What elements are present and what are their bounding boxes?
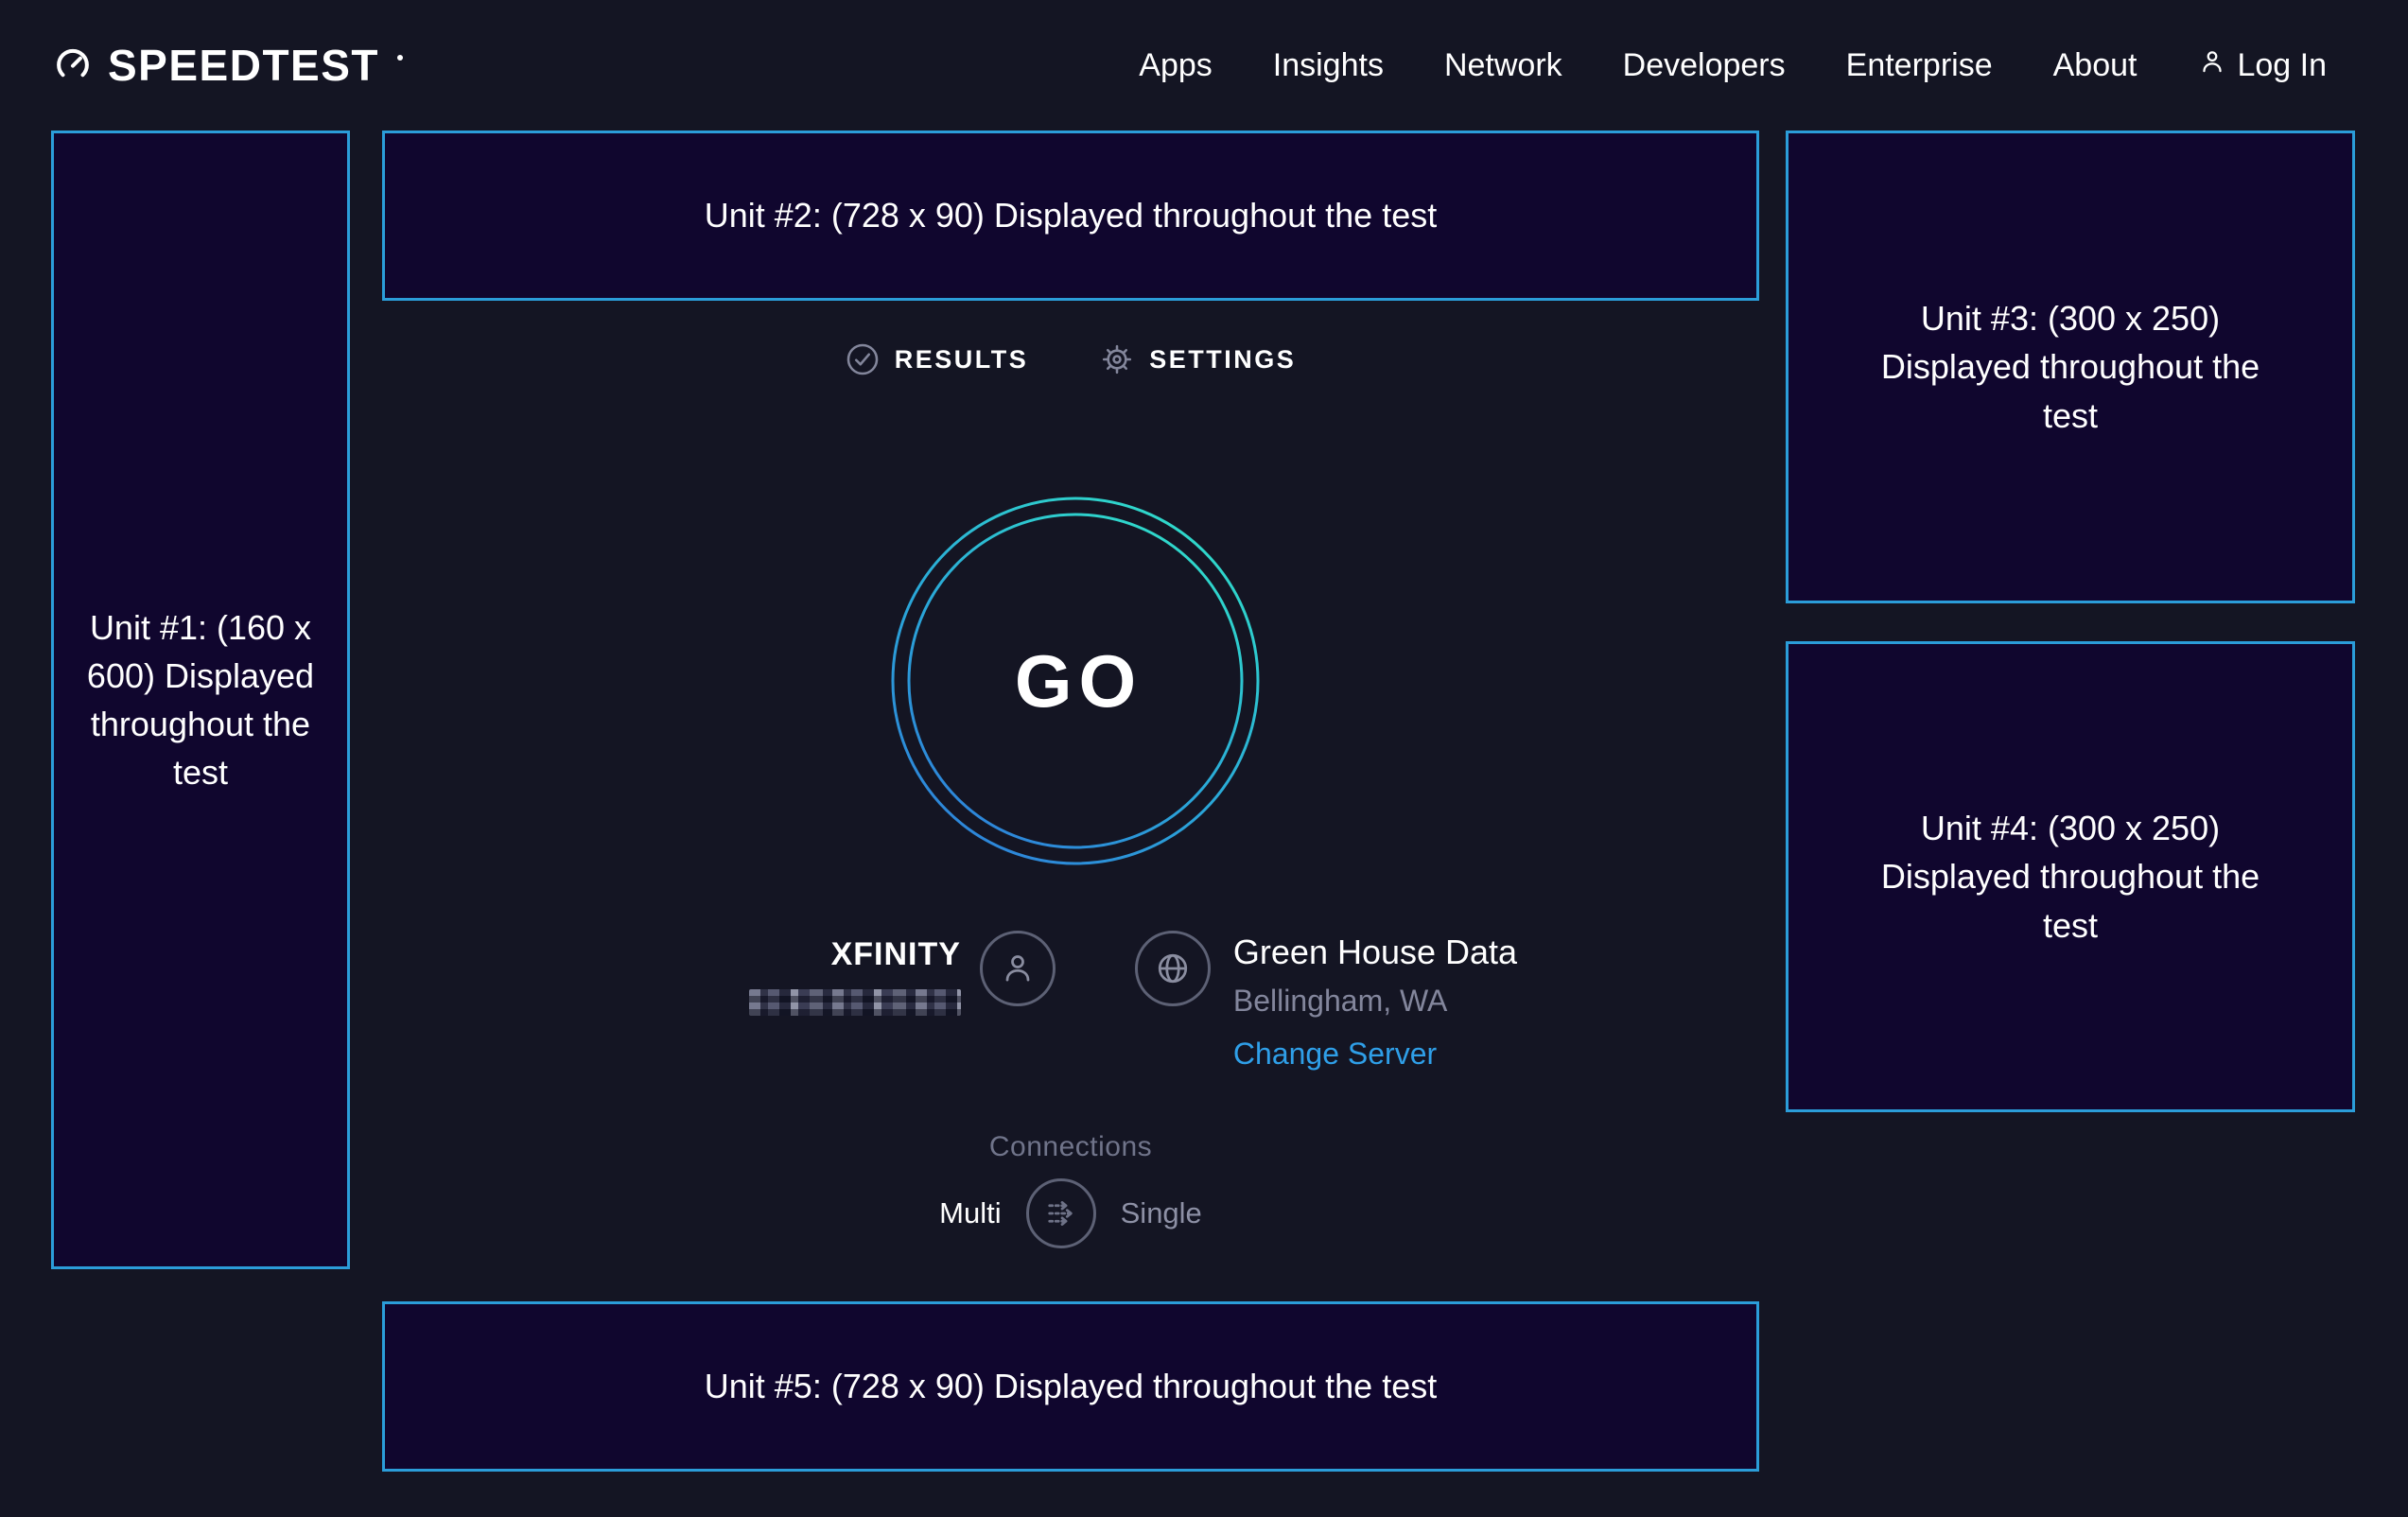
- gear-icon: [1100, 342, 1134, 376]
- ad-unit-1[interactable]: Unit #1: (160 x 600) Displayed throughou…: [51, 131, 350, 1269]
- trademark-dot: [397, 55, 403, 61]
- change-server-link[interactable]: Change Server: [1233, 1037, 1437, 1071]
- connection-info-row: XFINITY: [382, 931, 1759, 1071]
- tab-results[interactable]: RESULTS: [846, 342, 1029, 376]
- ad-unit-3-label: Unit #3: (300 x 250) Displayed throughou…: [1849, 294, 2292, 439]
- ad-unit-1-label: Unit #1: (160 x 600) Displayed throughou…: [79, 603, 323, 796]
- go-button-label: GO: [890, 496, 1261, 866]
- go-button[interactable]: GO: [890, 496, 1261, 866]
- login-label: Log In: [2237, 47, 2327, 84]
- isp-name: XFINITY: [749, 936, 961, 972]
- nav-item-login[interactable]: Log In: [2197, 46, 2327, 85]
- obscured-ip-address: [749, 989, 961, 1016]
- server-name: Green House Data: [1233, 933, 1517, 972]
- ad-unit-3[interactable]: Unit #3: (300 x 250) Displayed throughou…: [1786, 131, 2355, 603]
- tab-results-label: RESULTS: [895, 345, 1029, 375]
- connections-section: Connections Multi Single: [382, 1131, 1759, 1248]
- connection-mode-multi[interactable]: Multi: [939, 1196, 1001, 1230]
- server-info: Green House Data Bellingham, WA Change S…: [1135, 931, 1517, 1071]
- ad-unit-4[interactable]: Unit #4: (300 x 250) Displayed throughou…: [1786, 641, 2355, 1112]
- tab-settings-label: SETTINGS: [1149, 345, 1296, 375]
- top-nav: SPEEDTEST Apps Insights Network Develope…: [0, 0, 2408, 131]
- isp-info: XFINITY: [749, 931, 1056, 1020]
- ad-unit-2[interactable]: Unit #2: (728 x 90) Displayed throughout…: [382, 131, 1759, 301]
- ad-unit-2-label: Unit #2: (728 x 90) Displayed throughout…: [705, 191, 1437, 239]
- nav-item-developers[interactable]: Developers: [1623, 47, 1786, 84]
- nav-item-apps[interactable]: Apps: [1139, 47, 1213, 84]
- speedtest-page: SPEEDTEST Apps Insights Network Develope…: [0, 0, 2408, 1517]
- ad-unit-5[interactable]: Unit #5: (728 x 90) Displayed throughout…: [382, 1301, 1759, 1472]
- nav-item-insights[interactable]: Insights: [1273, 47, 1384, 84]
- user-icon: [2197, 46, 2227, 85]
- multi-arrows-icon: [1041, 1194, 1081, 1233]
- nav-item-about[interactable]: About: [2053, 47, 2138, 84]
- speedtest-logo[interactable]: SPEEDTEST: [53, 40, 403, 91]
- ad-unit-4-label: Unit #4: (300 x 250) Displayed throughou…: [1849, 804, 2292, 949]
- tab-settings[interactable]: SETTINGS: [1100, 342, 1296, 376]
- logo-text: SPEEDTEST: [108, 40, 379, 91]
- nav-item-enterprise[interactable]: Enterprise: [1846, 47, 1993, 84]
- globe-icon: [1135, 931, 1211, 1006]
- nav-item-network[interactable]: Network: [1444, 47, 1562, 84]
- nav-menu: Apps Insights Network Developers Enterpr…: [1139, 46, 2327, 85]
- check-circle-icon: [846, 342, 880, 376]
- ad-unit-5-label: Unit #5: (728 x 90) Displayed throughout…: [705, 1362, 1437, 1410]
- connection-mode-single[interactable]: Single: [1121, 1196, 1202, 1230]
- isp-user-icon: [980, 931, 1056, 1006]
- speedometer-icon: [53, 44, 93, 88]
- connection-mode-toggle[interactable]: [1026, 1178, 1096, 1248]
- server-location: Bellingham, WA: [1233, 984, 1517, 1018]
- tab-bar: RESULTS: [382, 342, 1759, 376]
- connections-label: Connections: [382, 1131, 1759, 1163]
